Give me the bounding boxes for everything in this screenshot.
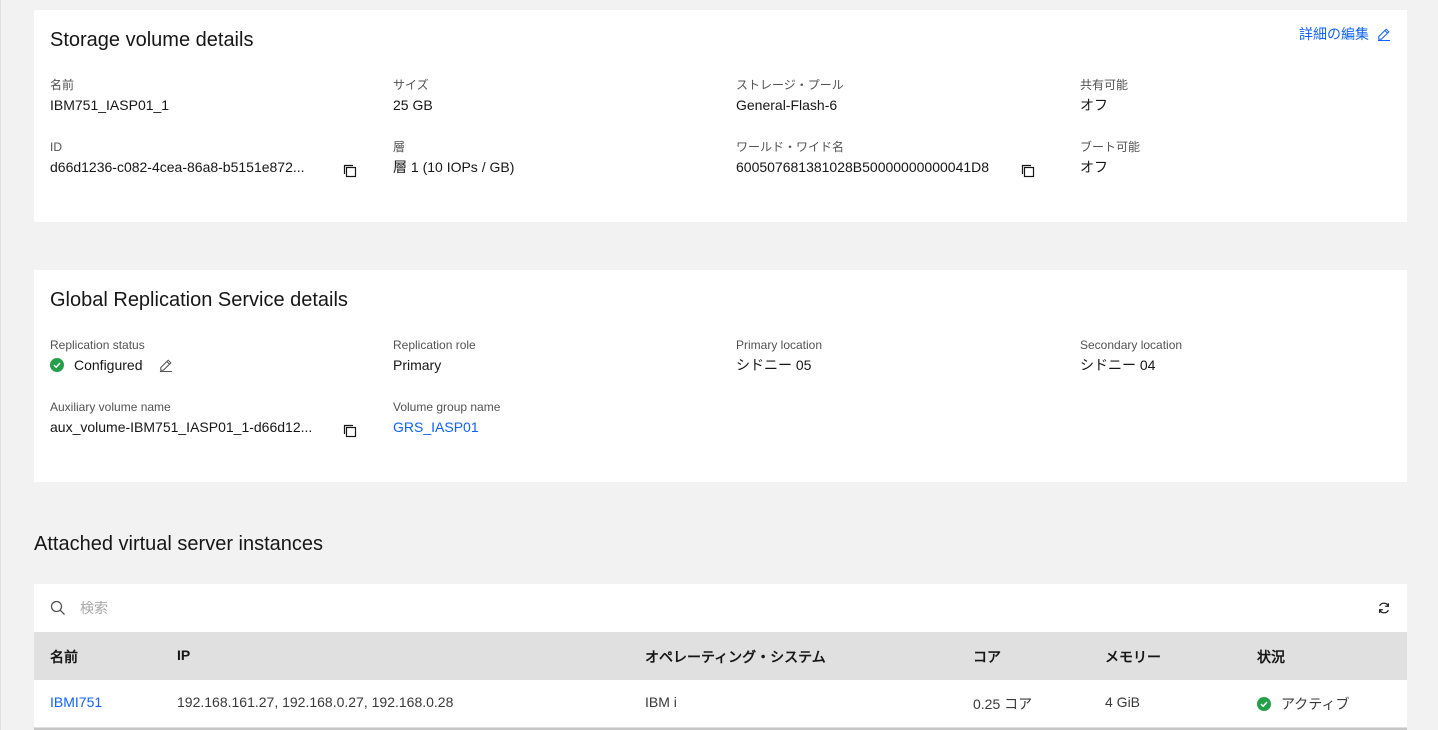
field-primary-location: Primary location シドニー 05 bbox=[736, 337, 822, 375]
copy-aux-volume-icon[interactable] bbox=[342, 423, 358, 439]
volume-group-link[interactable]: GRS_IASP01 bbox=[393, 417, 479, 437]
field-shareable-label: 共有可能 bbox=[1080, 78, 1129, 92]
field-replication-role: Replication role Primary bbox=[393, 337, 476, 375]
grs-details-title: Global Replication Service details bbox=[50, 289, 348, 311]
field-replication-status-label: Replication status bbox=[50, 338, 145, 352]
field-name-value: IBM751_IASP01_1 bbox=[50, 97, 170, 113]
instance-status-text: アクティブ bbox=[1281, 696, 1350, 712]
checkmark-filled-icon bbox=[1257, 697, 1271, 711]
checkmark-filled-icon bbox=[50, 358, 64, 372]
column-header-memory[interactable]: メモリー bbox=[1105, 647, 1161, 667]
copy-id-icon[interactable] bbox=[342, 163, 358, 179]
instance-memory: 4 GiB bbox=[1105, 694, 1141, 710]
column-header-ip[interactable]: IP bbox=[177, 647, 190, 663]
field-id-value: d66d1236-c082-4cea-86a8-b5151e872... bbox=[50, 159, 305, 175]
table-header: 名前 IP オペレーティング・システム コア メモリー 状況 bbox=[34, 632, 1407, 680]
field-size-label: サイズ bbox=[393, 78, 429, 92]
field-shareable-value: オフ bbox=[1080, 97, 1108, 113]
pencil-icon bbox=[1377, 28, 1391, 41]
instance-name-link[interactable]: IBMI751 bbox=[50, 694, 102, 710]
field-wwn: ワールド・ワイド名 600507681381028B50000000000041… bbox=[736, 139, 989, 177]
table-toolbar bbox=[34, 584, 1407, 632]
field-replication-role-label: Replication role bbox=[393, 338, 476, 352]
field-id: ID d66d1236-c082-4cea-86a8-b5151e872... bbox=[50, 139, 305, 177]
left-border bbox=[0, 0, 1, 730]
edit-details-link[interactable]: 詳細の編集 bbox=[1299, 24, 1391, 44]
instance-status: アクティブ bbox=[1257, 694, 1349, 714]
search-input[interactable] bbox=[80, 596, 1330, 620]
instances-table: 名前 IP オペレーティング・システム コア メモリー 状況 IBMI751 1… bbox=[34, 584, 1407, 730]
field-replication-status-value: Configured bbox=[50, 355, 173, 375]
field-secondary-location-label: Secondary location bbox=[1080, 338, 1183, 352]
field-bootable: ブート可能 オフ bbox=[1080, 139, 1140, 177]
field-pool-value: General-Flash-6 bbox=[736, 97, 838, 113]
field-primary-location-label: Primary location bbox=[736, 338, 823, 352]
field-aux-volume-label: Auxiliary volume name bbox=[50, 400, 171, 414]
replication-status-text: Configured bbox=[74, 357, 143, 373]
field-bootable-value: オフ bbox=[1080, 159, 1108, 175]
field-size-value: 25 GB bbox=[393, 97, 433, 113]
field-shareable: 共有可能 オフ bbox=[1080, 77, 1128, 115]
field-tier-value: 層 1 (10 IOPs / GB) bbox=[393, 159, 515, 175]
field-bootable-label: ブート可能 bbox=[1080, 140, 1141, 154]
field-id-label: ID bbox=[50, 140, 62, 154]
edit-details-label: 詳細の編集 bbox=[1299, 26, 1369, 42]
field-secondary-location-value: シドニー 04 bbox=[1080, 357, 1156, 373]
field-volume-group-label: Volume group name bbox=[393, 400, 501, 414]
table-row: IBMI751 192.168.161.27, 192.168.0.27, 19… bbox=[34, 680, 1407, 728]
field-tier-label: 層 bbox=[393, 140, 406, 154]
attached-instances-title: Attached virtual server instances bbox=[34, 533, 324, 555]
field-secondary-location: Secondary location シドニー 04 bbox=[1080, 337, 1182, 375]
field-replication-status: Replication status Configured bbox=[50, 337, 173, 375]
storage-details-title: Storage volume details bbox=[50, 29, 254, 51]
field-replication-role-value: Primary bbox=[393, 357, 442, 373]
field-name: 名前 IBM751_IASP01_1 bbox=[50, 77, 169, 115]
field-aux-volume-value: aux_volume-IBM751_IASP01_1-d66d12... bbox=[50, 419, 313, 435]
edit-replication-status-icon[interactable] bbox=[159, 358, 173, 372]
column-header-name[interactable]: 名前 bbox=[50, 647, 78, 667]
instance-cores: 0.25 コア bbox=[973, 696, 1033, 712]
copy-wwn-icon[interactable] bbox=[1020, 163, 1036, 179]
grs-details-card: Global Replication Service details Repli… bbox=[34, 270, 1407, 482]
column-header-cores[interactable]: コア bbox=[973, 647, 1001, 667]
field-wwn-value: 600507681381028B50000000000041D8 bbox=[736, 159, 990, 175]
field-wwn-label: ワールド・ワイド名 bbox=[736, 140, 845, 154]
field-aux-volume: Auxiliary volume name aux_volume-IBM751_… bbox=[50, 399, 312, 437]
refresh-icon[interactable] bbox=[1377, 601, 1391, 615]
field-name-label: 名前 bbox=[50, 78, 75, 92]
instance-ip: 192.168.161.27, 192.168.0.27, 192.168.0.… bbox=[177, 694, 454, 710]
field-volume-group: Volume group name GRS_IASP01 bbox=[393, 399, 500, 437]
column-header-os[interactable]: オペレーティング・システム bbox=[645, 647, 826, 667]
search-icon bbox=[50, 600, 65, 615]
field-tier: 層 層 1 (10 IOPs / GB) bbox=[393, 139, 514, 177]
field-volume-group-value: GRS_IASP01 bbox=[393, 417, 500, 437]
field-pool-label: ストレージ・プール bbox=[736, 78, 844, 92]
field-size: サイズ 25 GB bbox=[393, 77, 433, 115]
column-header-status[interactable]: 状況 bbox=[1257, 647, 1285, 667]
field-pool: ストレージ・プール General-Flash-6 bbox=[736, 77, 844, 115]
field-primary-location-value: シドニー 05 bbox=[736, 357, 812, 373]
instance-os: IBM i bbox=[645, 694, 677, 710]
storage-volume-details-card: Storage volume details 詳細の編集 名前 IBM751_I… bbox=[34, 10, 1407, 222]
